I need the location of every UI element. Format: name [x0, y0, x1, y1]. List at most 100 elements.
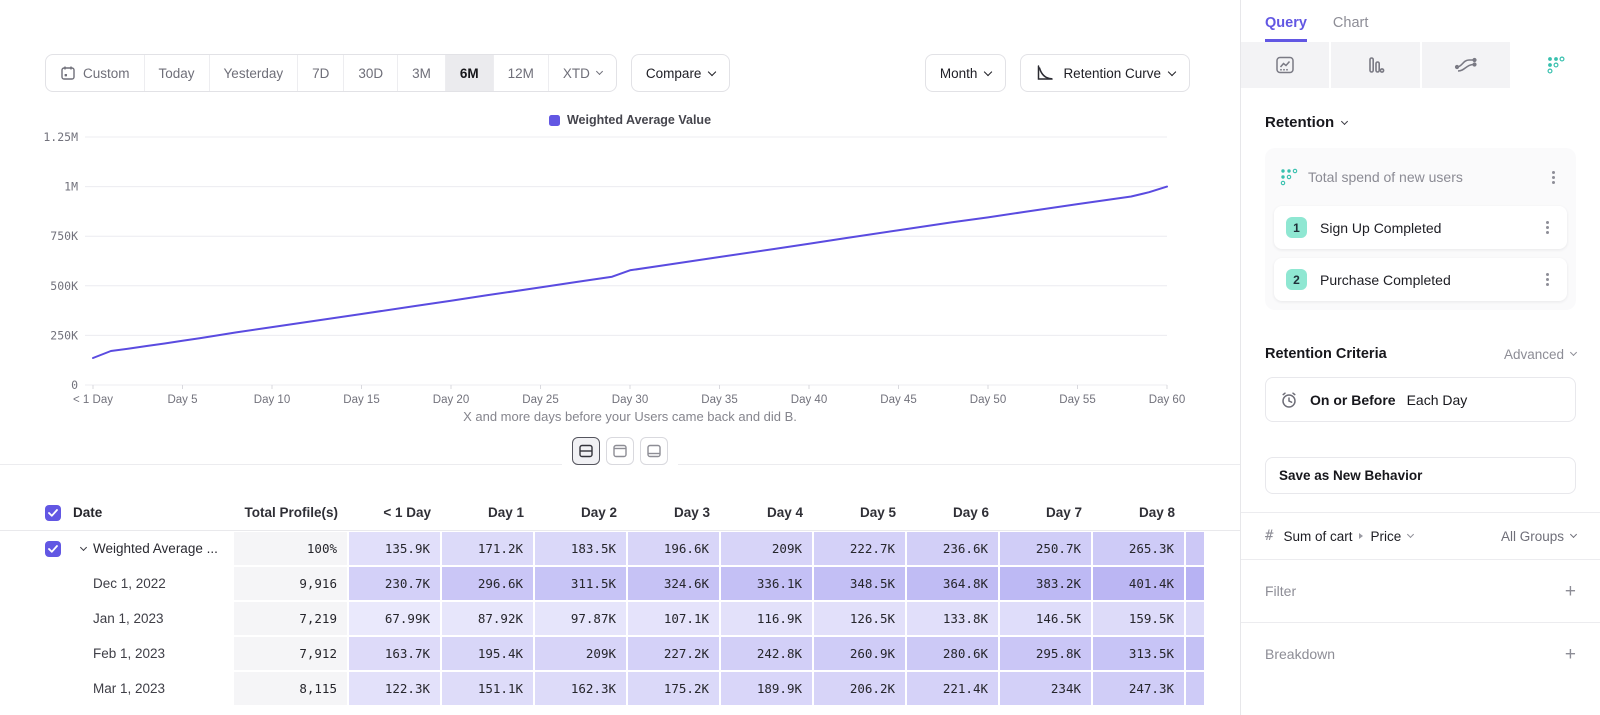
insights-icon-button[interactable]	[1241, 42, 1329, 88]
step-event-label: Purchase Completed	[1320, 272, 1527, 288]
range-6m[interactable]: 6M	[445, 55, 493, 91]
chart-caption: X and more days before your Users came b…	[93, 409, 1167, 424]
chart-type-button[interactable]: Retention Curve	[1020, 54, 1190, 92]
x-axis-tick-label: Day 20	[433, 394, 469, 406]
chart-type-label: Retention Curve	[1063, 66, 1161, 81]
behavior-step-1[interactable]: 1Sign Up Completed	[1274, 206, 1567, 249]
range-7d[interactable]: 7D	[297, 55, 343, 91]
retention-value-cell: 151.1K	[442, 672, 533, 705]
range-3m[interactable]: 3M	[397, 55, 445, 91]
range-12m[interactable]: 12M	[493, 55, 548, 91]
row-date-label: Mar 1, 2023	[93, 681, 165, 696]
kebab-menu-icon[interactable]	[1552, 176, 1555, 179]
save-as-new-behavior-button[interactable]: Save as New Behavior	[1265, 457, 1576, 494]
row-checkbox[interactable]	[45, 541, 61, 557]
range-today[interactable]: Today	[144, 55, 209, 91]
view-toggle-group	[562, 437, 678, 465]
table-row[interactable]: Mar 1, 20238,115122.3K151.1K162.3K175.2K…	[0, 671, 1240, 706]
column-header-day-1: Day 1	[441, 505, 534, 520]
compare-button[interactable]: Compare	[631, 54, 731, 92]
funnels-icon-button[interactable]	[1331, 42, 1419, 88]
range-custom[interactable]: Custom	[46, 55, 144, 91]
x-axis-tick-label: Day 60	[1149, 394, 1185, 406]
column-header-day-4: Day 4	[720, 505, 813, 520]
kebab-menu-icon[interactable]	[1546, 278, 1549, 281]
y-axis-tick-label: 1.25M	[43, 130, 78, 144]
table-bottom-view-toggle[interactable]	[640, 437, 668, 465]
insights-icon	[1274, 54, 1296, 76]
retention-value-cell: 97.87K	[535, 602, 626, 635]
retention-value-cell: 311.5K	[535, 567, 626, 600]
select-all-checkbox[interactable]	[45, 505, 61, 521]
retention-value-cell: 221.4K	[907, 672, 998, 705]
clipped-column-strip	[1186, 532, 1204, 565]
table-row[interactable]: Jan 1, 20237,21967.99K87.92K97.87K107.1K…	[0, 601, 1240, 636]
add-breakdown-button[interactable]: +	[1565, 645, 1576, 664]
retention-condition-card[interactable]: On or Before Each Day	[1265, 377, 1576, 422]
retention-section-title: Retention	[1265, 114, 1334, 131]
measure-property: Price	[1370, 529, 1401, 544]
granularity-button[interactable]: Month	[925, 54, 1007, 92]
range-xtd[interactable]: XTD	[548, 55, 616, 91]
step-number-badge: 1	[1286, 217, 1307, 238]
y-axis-tick-label: 750K	[50, 229, 78, 243]
retention-value-cell: 324.6K	[628, 567, 719, 600]
row-label-cell: Dec 1, 2022	[73, 566, 233, 601]
retention-criteria-label: Retention Criteria	[1265, 346, 1387, 362]
all-groups-dropdown[interactable]: All Groups	[1501, 529, 1576, 544]
behavior-step-2[interactable]: 2Purchase Completed	[1274, 258, 1567, 301]
range-label: 6M	[460, 66, 479, 81]
retention-value-cell: 133.8K	[907, 602, 998, 635]
sidebar-tabs: Query Chart	[1241, 0, 1600, 42]
numeric-property-icon: #	[1265, 528, 1273, 544]
retention-icon	[1546, 55, 1566, 75]
measure-dropdown[interactable]: Sum of cart Price	[1283, 529, 1491, 544]
y-axis-tick-label: 1M	[64, 180, 78, 194]
table-row[interactable]: Feb 1, 20237,912163.7K195.4K209K227.2K24…	[0, 636, 1240, 671]
retention-value-cell: 250.7K	[1000, 532, 1091, 565]
chevron-down-icon	[1570, 531, 1577, 538]
table-bottom-view-icon	[646, 443, 662, 459]
criteria-mode-dropdown[interactable]: Advanced	[1504, 347, 1576, 362]
row-expand-chevron[interactable]	[73, 548, 93, 550]
retention-icon-button[interactable]	[1512, 42, 1600, 88]
retention-value-cell: 196.6K	[628, 532, 719, 565]
tab-query[interactable]: Query	[1265, 15, 1307, 42]
retention-section-header[interactable]: Retention	[1265, 114, 1576, 131]
total-profiles-cell: 100%	[234, 532, 347, 565]
kebab-menu-icon[interactable]	[1546, 226, 1549, 229]
x-axis-tick-label: Day 35	[701, 394, 737, 406]
split-view-toggle[interactable]	[572, 437, 600, 465]
x-axis-tick-label: Day 15	[343, 394, 379, 406]
chevron-right-icon	[1359, 533, 1363, 539]
row-checkbox-cell	[45, 541, 73, 557]
retention-value-cell: 107.1K	[628, 602, 719, 635]
measure-event: Sum of cart	[1283, 529, 1352, 544]
column-header-day-7: Day 7	[999, 505, 1092, 520]
compare-label: Compare	[646, 66, 702, 81]
chevron-down-icon	[596, 68, 603, 75]
behavior-header[interactable]: Total spend of new users	[1274, 157, 1567, 197]
range-label: Yesterday	[224, 66, 284, 81]
chart-legend[interactable]: Weighted Average Value	[93, 113, 1167, 127]
flows-icon-button[interactable]	[1422, 42, 1510, 88]
row-label: Weighted Average ...	[93, 541, 218, 556]
save-as-new-behavior-label: Save as New Behavior	[1279, 468, 1422, 483]
behavior-card: Total spend of new users 1Sign Up Comple…	[1265, 148, 1576, 310]
alarm-clock-icon	[1279, 390, 1299, 410]
table-row[interactable]: Weighted Average ...100%135.9K171.2K183.…	[0, 531, 1240, 566]
chevron-down-icon	[984, 67, 992, 75]
row-date-label: Feb 1, 2023	[93, 646, 165, 661]
range-label: Today	[159, 66, 195, 81]
range-yesterday[interactable]: Yesterday	[209, 55, 298, 91]
retention-value-cell: 116.9K	[721, 602, 812, 635]
calendar-icon	[60, 65, 76, 81]
range-30d[interactable]: 30D	[343, 55, 397, 91]
chart-top-view-icon	[612, 443, 628, 459]
chart-top-view-toggle[interactable]	[606, 437, 634, 465]
clipped-column-strip	[1186, 637, 1204, 670]
tab-chart[interactable]: Chart	[1333, 15, 1368, 42]
total-profiles-cell: 9,916	[234, 567, 347, 600]
add-filter-button[interactable]: +	[1565, 582, 1576, 601]
table-row[interactable]: Dec 1, 20229,916230.7K296.6K311.5K324.6K…	[0, 566, 1240, 601]
